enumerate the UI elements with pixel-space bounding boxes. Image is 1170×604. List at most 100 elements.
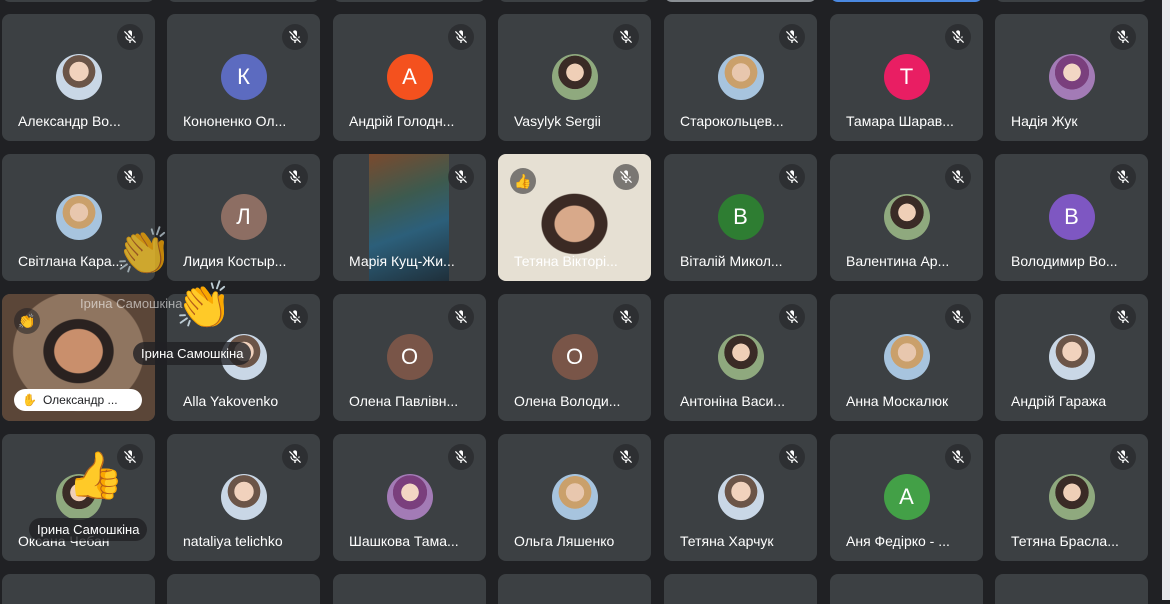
participant-name: Анна Москалюк: [846, 393, 949, 409]
participant-tile[interactable]: Анна Москалюк: [830, 294, 983, 421]
participant-tile[interactable]: Антоніна Васи...: [664, 294, 817, 421]
mic-off-icon: [282, 164, 308, 190]
participant-name: Олександр ...: [42, 393, 118, 407]
participant-tile[interactable]: 👍 Тетяна Вікторі...: [498, 154, 651, 281]
scrollbar[interactable]: [1162, 0, 1170, 600]
participant-tile[interactable]: А Аня Федірко - ...: [830, 434, 983, 561]
mic-off-icon: [448, 304, 474, 330]
mic-off-icon: [448, 24, 474, 50]
mic-off-icon: [945, 24, 971, 50]
participant-name: Alla Yakovenko: [183, 393, 279, 409]
participant-grid: Александр Во... К Кононенко Ол... А Андр…: [0, 0, 1170, 604]
mic-off-icon: [282, 444, 308, 470]
participant-tile-partial[interactable]: [167, 0, 320, 2]
avatar: В: [717, 194, 764, 240]
participant-tile-partial[interactable]: [995, 0, 1148, 2]
reaction-sender: Ірина Самошкіна: [80, 296, 183, 311]
mic-off-icon: [117, 24, 143, 50]
participant-tile[interactable]: nataliya telichko: [167, 434, 320, 561]
avatar: [717, 334, 764, 380]
participant-tile[interactable]: Т Тамара Шарав...: [830, 14, 983, 141]
mic-off-icon: [945, 164, 971, 190]
participant-name: Александр Во...: [18, 113, 121, 129]
participant-tile[interactable]: Андрій Гаража: [995, 294, 1148, 421]
avatar: Л: [220, 194, 267, 240]
participant-tile[interactable]: Марія Кущ-Жи...: [333, 154, 486, 281]
participant-tile[interactable]: Старокольцев...: [664, 14, 817, 141]
participant-name: Шашкова Тама...: [349, 533, 459, 549]
participant-name: Володимир Во...: [1011, 253, 1118, 269]
participant-tile[interactable]: Шашкова Тама...: [333, 434, 486, 561]
participant-name: Тетяна Брасла...: [1011, 533, 1119, 549]
participant-tile-partial[interactable]: [2, 0, 155, 2]
participant-name: Лидия Костыр...: [183, 253, 287, 269]
participant-tile[interactable]: Александр Во...: [2, 14, 155, 141]
avatar: [883, 334, 930, 380]
mic-off-icon: [945, 444, 971, 470]
mic-off-icon: [1110, 444, 1136, 470]
mic-off-icon: [779, 164, 805, 190]
participant-name: Антоніна Васи...: [680, 393, 785, 409]
clap-reaction-icon: 👏: [115, 225, 173, 277]
reaction-sender: Ірина Самошкіна: [133, 342, 252, 365]
thumbs-up-icon: 👍: [510, 168, 536, 194]
participant-name: Ольга Ляшенко: [514, 533, 615, 549]
avatar: [883, 194, 930, 240]
avatar: А: [386, 54, 433, 100]
mic-off-icon: [1110, 304, 1136, 330]
participant-tile[interactable]: Валентина Ар...: [830, 154, 983, 281]
participant-tile[interactable]: О Олена Володи...: [498, 294, 651, 421]
participant-name: Старокольцев...: [680, 113, 784, 129]
avatar: [717, 474, 764, 520]
participant-name: Олена Павлівн...: [349, 393, 459, 409]
avatar: [717, 54, 764, 100]
mic-off-icon: [779, 444, 805, 470]
participant-tile[interactable]: А Андрій Голодн...: [333, 14, 486, 141]
participant-tile[interactable]: Надія Жук: [995, 14, 1148, 141]
participant-tile[interactable]: Ольга Ляшенко: [498, 434, 651, 561]
participant-tile[interactable]: Тетяна Брасла...: [995, 434, 1148, 561]
avatar: [1048, 54, 1095, 100]
mic-off-icon: [282, 304, 308, 330]
mic-off-icon: [779, 304, 805, 330]
participant-tile[interactable]: О Олена Павлівн...: [333, 294, 486, 421]
mic-off-icon: [613, 24, 639, 50]
mic-off-icon: [448, 444, 474, 470]
mic-off-icon: [117, 164, 143, 190]
participant-name: Андрій Гаража: [1011, 393, 1107, 409]
avatar: [1048, 474, 1095, 520]
avatar: К: [220, 54, 267, 100]
participant-tile[interactable]: Тетяна Харчук: [664, 434, 817, 561]
participant-tile-partial[interactable]: [664, 0, 817, 2]
avatar: Т: [883, 54, 930, 100]
participant-name: Тетяна Харчук: [680, 533, 774, 549]
avatar: [55, 194, 102, 240]
participant-name: Валентина Ар...: [846, 253, 950, 269]
mic-off-icon: [282, 24, 308, 50]
participant-tile-partial[interactable]: [498, 0, 651, 2]
participant-name: Кононенко Ол...: [183, 113, 287, 129]
mic-off-icon: [613, 164, 639, 190]
participant-tile-partial[interactable]: [333, 0, 486, 2]
participant-tile[interactable]: Vasylyk Sergii: [498, 14, 651, 141]
participant-name: Марія Кущ-Жи...: [349, 253, 455, 269]
participant-name: Vasylyk Sergii: [514, 113, 601, 129]
reaction-sender: Ірина Самошкіна: [29, 518, 148, 541]
avatar: [551, 54, 598, 100]
participant-name: Надія Жук: [1011, 113, 1078, 129]
participant-name: Аня Федірко - ...: [846, 533, 950, 549]
participant-tile[interactable]: В Володимир Во...: [995, 154, 1148, 281]
participant-tile-partial[interactable]: [830, 0, 983, 2]
participant-tile[interactable]: В Віталій Микол...: [664, 154, 817, 281]
avatar: О: [386, 334, 433, 380]
avatar: А: [883, 474, 930, 520]
mic-off-icon: [945, 304, 971, 330]
avatar: [551, 474, 598, 520]
mic-off-icon: [1110, 164, 1136, 190]
participant-tile[interactable]: Л Лидия Костыр...: [167, 154, 320, 281]
avatar: [55, 54, 102, 100]
clap-reaction-icon: 👏: [175, 279, 233, 331]
mic-off-icon: [1110, 24, 1136, 50]
participant-tile[interactable]: К Кононенко Ол...: [167, 14, 320, 141]
mic-off-icon: [613, 444, 639, 470]
